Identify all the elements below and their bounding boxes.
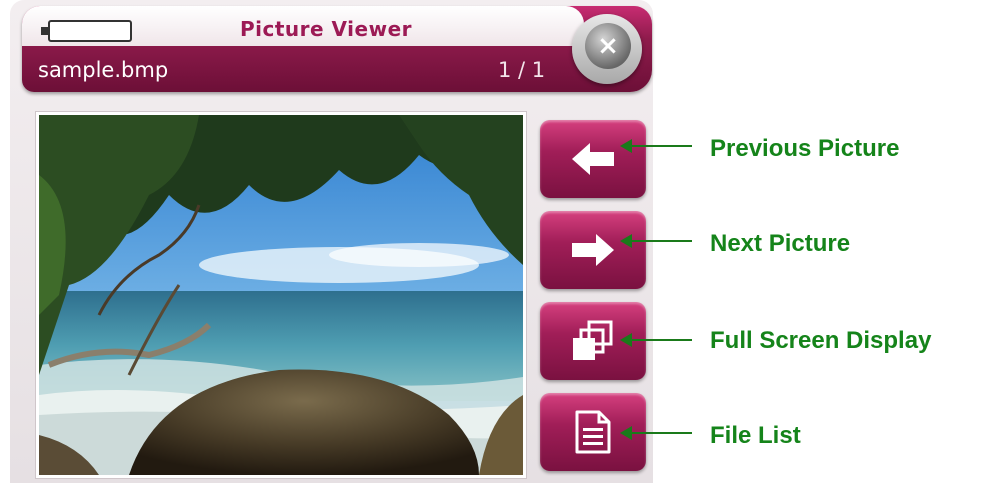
callout-line-previous: [630, 145, 692, 147]
callout-line-next: [630, 240, 692, 242]
fullscreen-windows-icon: [573, 320, 613, 360]
file-name: sample.bmp: [38, 58, 169, 82]
picture-viewer-panel: Picture Viewer sample.bmp 1 / 1 ×: [10, 0, 653, 483]
file-list-label: File List: [710, 422, 801, 449]
close-button[interactable]: ×: [585, 23, 631, 69]
arrow-right-icon: [572, 234, 614, 266]
callout-line-filelist: [630, 432, 692, 434]
next-picture-button[interactable]: [540, 211, 646, 289]
close-icon: ×: [597, 31, 619, 61]
picture-counter: 1 / 1: [498, 58, 546, 82]
callout-line-fullscreen: [630, 339, 692, 341]
previous-picture-label: Previous Picture: [710, 135, 900, 162]
picture-display: [36, 112, 526, 478]
battery-icon: [48, 20, 132, 42]
app-title: Picture Viewer: [240, 17, 413, 41]
next-picture-label: Next Picture: [710, 230, 851, 257]
previous-picture-button[interactable]: [540, 120, 646, 198]
arrow-left-icon: [572, 143, 614, 175]
beach-photo: [39, 115, 523, 475]
document-icon: [575, 410, 611, 454]
full-screen-display-label: Full Screen Display: [710, 327, 932, 354]
battery-tip: [41, 27, 48, 35]
